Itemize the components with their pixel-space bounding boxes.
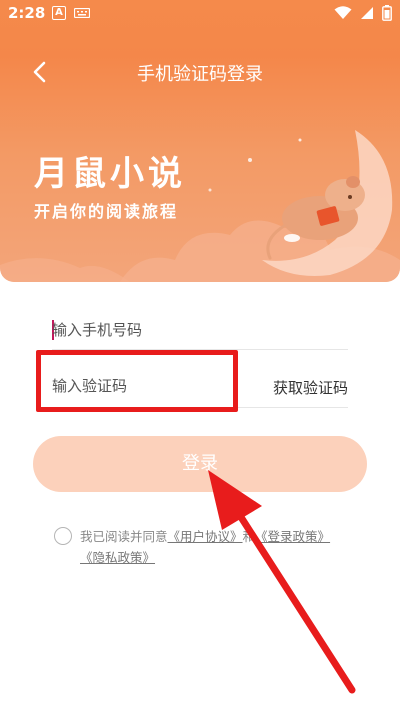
status-time: 2:28 (8, 4, 46, 22)
annotation-highlight-box (36, 350, 238, 412)
agreement-and: 和 (242, 529, 256, 544)
privacy-policy-link[interactable]: 《隐私政策》 (80, 550, 155, 565)
wifi-icon (334, 6, 352, 19)
navigation-bar: 手机验证码登录 (0, 44, 400, 100)
page-title: 手机验证码登录 (137, 64, 263, 85)
phone-field[interactable] (52, 310, 348, 350)
keyboard-icon (74, 8, 90, 18)
brand-subtitle: 开启你的阅读旅程 (34, 202, 179, 221)
phone-input[interactable] (52, 318, 252, 342)
status-bar: 2:28 A (0, 0, 400, 28)
user-agreement-link[interactable]: 《用户协议》 (168, 529, 243, 544)
header-area: 2:28 A 手机验证码登录 月鼠小说 开启你的阅读旅程 (0, 0, 400, 282)
signal-icon (361, 7, 373, 19)
banner: 月鼠小说 开启你的阅读旅程 (0, 100, 400, 282)
agreement-text: 我已阅读并同意《用户协议》和《登录政策》 《隐私政策》 (80, 526, 360, 568)
agreement-checkbox[interactable] (54, 527, 72, 545)
notification-a-icon: A (52, 6, 66, 20)
agreement-prefix: 我已阅读并同意 (80, 529, 168, 544)
login-policy-link[interactable]: 《登录政策》 (255, 529, 330, 544)
brand-title: 月鼠小说 (34, 154, 186, 194)
login-button[interactable]: 登录 (33, 436, 367, 492)
get-code-button[interactable]: 获取验证码 (273, 377, 348, 398)
battery-icon (382, 5, 392, 21)
